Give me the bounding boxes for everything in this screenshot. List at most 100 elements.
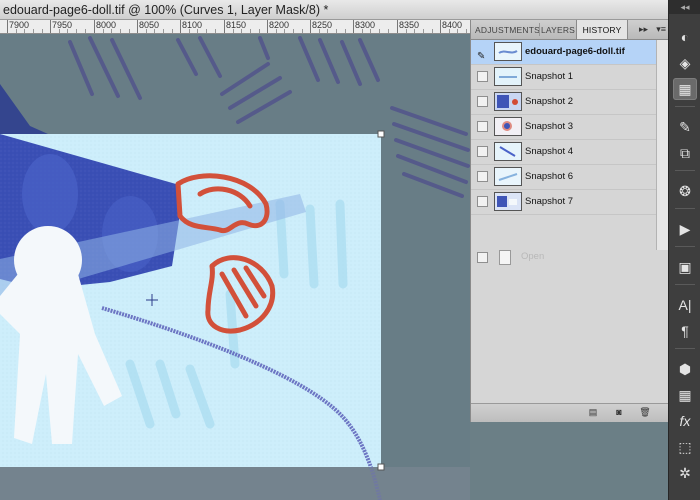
ruler-minor-tick — [414, 29, 415, 33]
history-state-row[interactable]: Open — [471, 246, 656, 268]
ruler-minor-tick — [120, 29, 121, 33]
ruler-minor-tick — [370, 29, 371, 33]
history-item[interactable]: Snapshot 3 — [471, 115, 656, 140]
panel-menu-icon[interactable]: ▾≡ — [656, 20, 666, 39]
ruler-label: 8000 — [96, 20, 117, 30]
dock-separator — [675, 106, 695, 107]
ruler-minor-tick — [76, 29, 77, 33]
adjustments-icon[interactable]: ◐ — [673, 26, 697, 48]
ruler-label: 7900 — [9, 20, 30, 30]
tab-layers[interactable]: LAYERS — [540, 20, 576, 39]
new-document-from-state-icon[interactable]: ▤ — [587, 407, 599, 418]
ruler-label: 8350 — [399, 20, 420, 30]
ruler-label: 8200 — [269, 20, 290, 30]
history-source-checkbox[interactable] — [477, 171, 488, 182]
history-item[interactable]: Snapshot 6 — [471, 165, 656, 190]
ruler-minor-tick — [327, 29, 328, 33]
character-icon[interactable]: A| — [673, 294, 697, 316]
navigator-icon[interactable]: ▣ — [673, 256, 697, 278]
ruler-minor-tick — [457, 29, 458, 33]
ruler-minor-tick — [259, 29, 260, 33]
ruler-minor-tick — [163, 29, 164, 33]
ruler-minor-tick — [345, 29, 346, 33]
horizontal-ruler[interactable]: 7900 7950 8000 8050 8100 8150 8200 8250 8300 8350… — [0, 20, 470, 34]
ruler-minor-tick — [154, 29, 155, 33]
ruler-label: 7950 — [52, 20, 73, 30]
history-item-label: Snapshot 3 — [525, 121, 574, 132]
history-panel: ADJUSTMENTS LAYERS HISTORY ▸▸ ▾≡ ✎ edouar… — [470, 20, 669, 422]
masks-icon[interactable]: ⬚ — [673, 436, 697, 458]
ruler-minor-tick — [129, 29, 130, 33]
dock-separator — [675, 170, 695, 171]
ruler-minor-tick — [293, 29, 294, 33]
panel-dock: ◂◂ ◐ ◈ ▦ ✎ ⧉ ❂ ▶ ▣ A| ¶ ⬢ ▦ fx ⬚ ✲ — [668, 0, 700, 500]
ruler-label: 8050 — [139, 20, 160, 30]
history-icon[interactable]: ▦ — [673, 78, 697, 100]
paragraph-icon[interactable]: ¶ — [673, 320, 697, 342]
actions-icon[interactable]: ▶ — [673, 218, 697, 240]
ruler-minor-tick — [241, 29, 242, 33]
history-state-label: Open — [521, 251, 545, 262]
ruler-minor-tick — [336, 29, 337, 33]
history-item-label: Snapshot 1 — [525, 71, 574, 82]
ruler-minor-tick — [406, 29, 407, 33]
document-state-icon — [499, 250, 511, 265]
ruler-minor-tick — [33, 29, 34, 33]
ruler-label: 8300 — [355, 20, 376, 30]
history-panel-footer: ▤ ◙ 🗑 — [471, 403, 668, 422]
ruler-label: 8150 — [226, 20, 247, 30]
history-source-checkbox[interactable] — [477, 146, 488, 157]
history-item[interactable]: Snapshot 7 — [471, 190, 656, 215]
history-source-checkbox[interactable] — [477, 96, 488, 107]
ruler-minor-tick — [67, 29, 68, 33]
dock-separator — [675, 348, 695, 349]
ruler-minor-tick — [215, 29, 216, 33]
history-source-checkbox[interactable]: ✎ — [477, 46, 488, 62]
dock-separator — [675, 208, 695, 209]
history-item-label: edouard-page6-doll.tif — [525, 46, 625, 57]
ruler-label: 8250 — [312, 20, 333, 30]
ruler-minor-tick — [388, 29, 389, 33]
tab-adjustments[interactable]: ADJUSTMENTS — [475, 20, 540, 39]
history-item-label: Snapshot 2 — [525, 96, 574, 107]
ruler-minor-tick — [197, 29, 198, 33]
history-item-label: Snapshot 4 — [525, 146, 574, 157]
transform-icon[interactable]: ✲ — [673, 462, 697, 484]
camera-icon[interactable]: ◙ — [613, 407, 625, 418]
tab-history[interactable]: HISTORY — [576, 20, 628, 39]
history-source-checkbox[interactable] — [477, 252, 488, 263]
history-item[interactable]: Snapshot 2 — [471, 90, 656, 115]
document-title: edouard-page6-doll.tif @ 100% (Curves 1,… — [3, 3, 329, 17]
history-source-checkbox[interactable] — [477, 71, 488, 82]
history-item[interactable]: Snapshot 1 — [471, 65, 656, 90]
ruler-minor-tick — [466, 29, 467, 33]
history-item-label: Snapshot 7 — [525, 196, 574, 207]
history-source-checkbox[interactable] — [477, 121, 488, 132]
color-icon[interactable]: ❂ — [673, 180, 697, 202]
ruler-label: 8400 — [442, 20, 463, 30]
swatches-icon[interactable]: ▦ — [673, 384, 697, 406]
ruler-minor-tick — [189, 29, 190, 33]
ruler-minor-tick — [302, 29, 303, 33]
document-title-bar[interactable]: edouard-page6-doll.tif @ 100% (Curves 1,… — [0, 0, 700, 20]
artwork — [0, 34, 470, 500]
ruler-minor-tick — [103, 29, 104, 33]
ruler-minor-tick — [432, 29, 433, 33]
dock-collapse-icon[interactable]: ◂◂ — [669, 0, 700, 14]
clone-source-icon[interactable]: ⧉ — [673, 142, 697, 164]
history-source-checkbox[interactable] — [477, 196, 488, 207]
fx-icon[interactable]: fx — [673, 410, 697, 432]
ruler-minor-tick — [250, 29, 251, 33]
history-thumbnail — [494, 42, 522, 61]
history-item[interactable]: ✎ edouard-page6-doll.tif — [471, 40, 656, 65]
layers-icon[interactable]: ◈ — [673, 52, 697, 74]
brush-icon[interactable]: ✎ — [673, 116, 697, 138]
history-thumbnail — [494, 67, 522, 86]
ruler-minor-tick — [284, 29, 285, 33]
double-arrow-right-icon[interactable]: ▸▸ — [639, 20, 648, 39]
styles-icon[interactable]: ⬢ — [673, 358, 697, 380]
trash-icon[interactable]: 🗑 — [639, 407, 651, 418]
document-canvas[interactable] — [0, 34, 470, 500]
history-thumbnail — [494, 167, 522, 186]
history-item[interactable]: Snapshot 4 — [471, 140, 656, 165]
